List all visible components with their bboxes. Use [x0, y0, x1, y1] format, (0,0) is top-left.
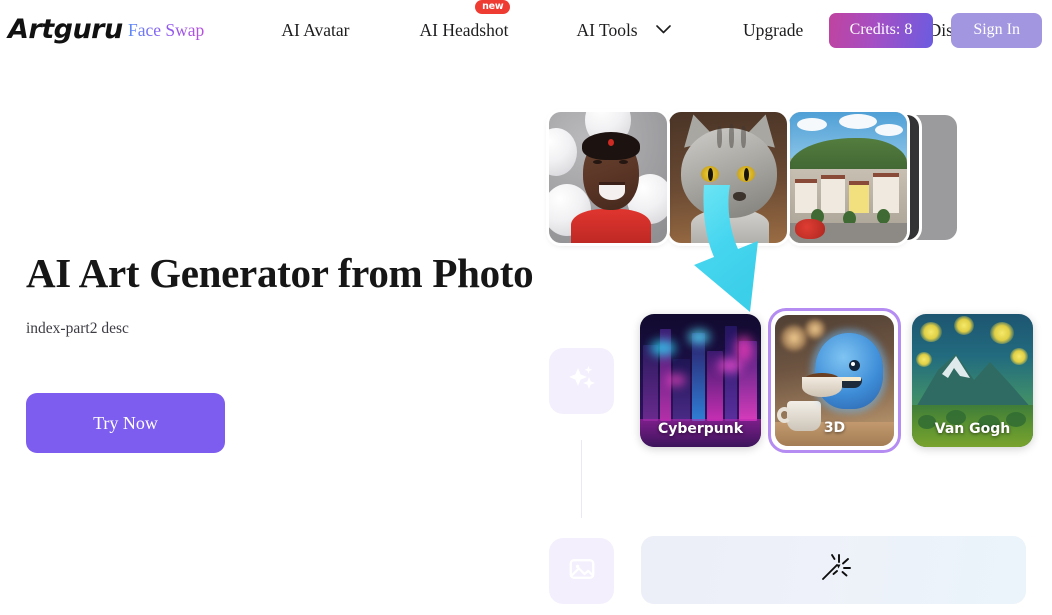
neon-glow: [688, 330, 710, 344]
bokeh-light: [805, 319, 825, 339]
hero-description: index-part2 desc: [26, 320, 129, 338]
panel-connector-line: [581, 440, 582, 518]
brand-logo[interactable]: Artguru: [8, 14, 123, 45]
cloud-shape: [839, 114, 877, 129]
building-shape: [725, 326, 737, 421]
eye-shape: [593, 160, 602, 164]
cat-eye: [737, 166, 755, 182]
mouth-shape: [599, 182, 625, 200]
style-card-van-gogh[interactable]: Van Gogh: [912, 314, 1033, 447]
sparkle-icon: ✦: [122, 8, 132, 21]
showcase-panel: Cyberpunk 3D Van Gogh: [540, 0, 1052, 615]
nav-item-face-swap-label: Face Swap: [128, 19, 205, 40]
bokeh-light: [781, 325, 807, 351]
style-cards-row: Cyberpunk 3D Van Gogh: [640, 308, 1040, 453]
hair-shape: [582, 132, 640, 160]
building-shape: [673, 359, 690, 421]
style-card-label: Van Gogh: [934, 421, 1011, 437]
cat-pupil: [707, 167, 713, 181]
image-panel[interactable]: [549, 538, 614, 604]
magic-wand-icon: [817, 551, 851, 590]
style-card-cyberpunk[interactable]: Cyberpunk: [640, 314, 761, 447]
neon-glow: [650, 340, 676, 356]
nav-item-ai-avatar-label: AI Avatar: [281, 19, 350, 40]
photo-card-man-with-balloons[interactable]: [549, 112, 667, 243]
cloud-shape: [797, 118, 827, 131]
generate-bar[interactable]: [641, 536, 1026, 604]
house-shape: [849, 181, 869, 213]
cat-eye: [701, 166, 719, 182]
image-icon: [567, 554, 597, 589]
house-shape: [873, 173, 899, 213]
style-card-3d[interactable]: 3D: [768, 308, 901, 453]
sparkles-panel[interactable]: [549, 348, 614, 414]
cat-stripe: [717, 126, 722, 148]
page-title: AI Art Generator from Photo: [26, 250, 534, 296]
monster-eye: [849, 360, 860, 371]
cat-stripe: [741, 126, 746, 148]
eye-shape: [619, 160, 628, 164]
cat-pupil: [743, 167, 749, 181]
sparkles-icon: [566, 363, 598, 400]
cloud-shape: [875, 124, 903, 136]
cat-stripe: [729, 124, 734, 148]
neon-glow: [718, 358, 742, 373]
new-badge: new: [475, 0, 511, 14]
nav-item-ai-headshot-label: AI Headshot: [419, 19, 509, 40]
tree-shape: [877, 209, 890, 224]
house-shape: [821, 175, 845, 213]
monster-character: [815, 333, 883, 409]
style-card-label: Cyberpunk: [657, 421, 744, 437]
try-now-button[interactable]: Try Now: [26, 393, 225, 454]
bowl-shape: [802, 377, 842, 397]
down-arrow-icon: [680, 185, 810, 320]
neon-glow: [666, 374, 686, 386]
hero-section: AI Art Generator from Photo index-part2 …: [26, 250, 536, 454]
building-shape: [692, 333, 705, 421]
nav-item-ai-headshot[interactable]: new AI Headshot: [419, 0, 511, 41]
forehead-mark: [608, 139, 614, 146]
neon-glow: [735, 336, 753, 362]
nav-item-ai-avatar[interactable]: AI Avatar: [281, 20, 349, 41]
nav-item-face-swap[interactable]: ✦ Face Swap: [128, 20, 204, 41]
building-shape: [643, 345, 658, 421]
style-card-label: 3D: [823, 420, 846, 436]
shirt-shape: [571, 209, 651, 243]
